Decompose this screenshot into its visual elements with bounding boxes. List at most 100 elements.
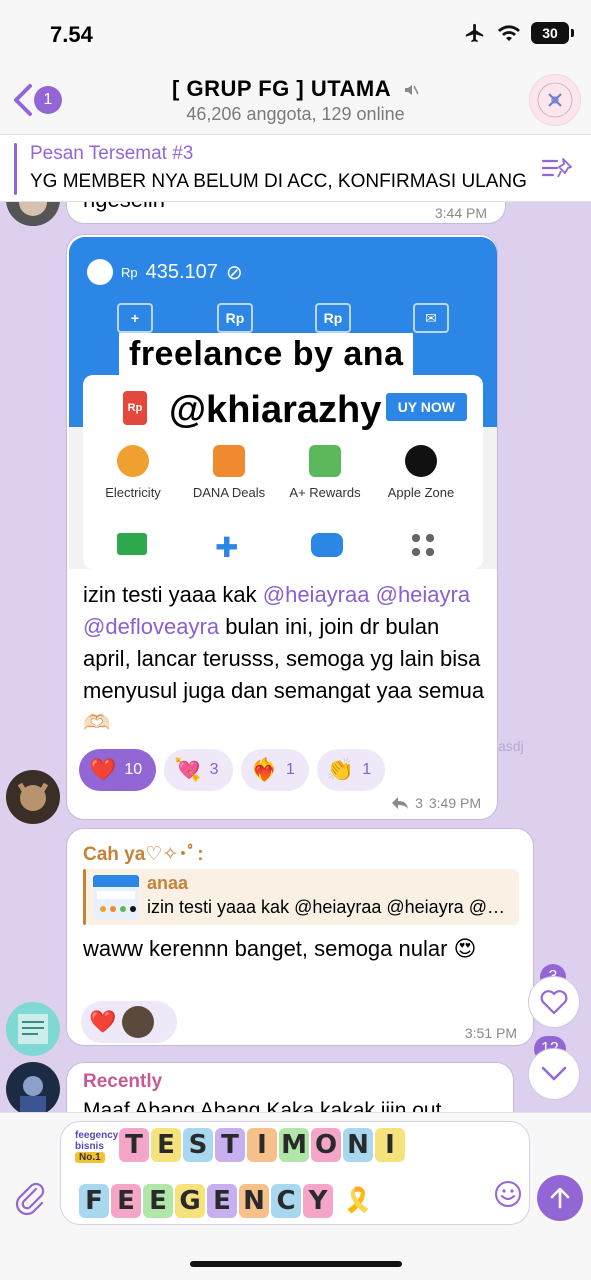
scroll-down-button[interactable] [528,1048,580,1100]
sender-name[interactable]: Cah ya♡✧･ﾟ: [83,839,204,866]
home-indicator [190,1261,402,1267]
heart-outline-icon [540,990,568,1015]
photo-balance: Rp 435.107 ⊘ [87,259,243,285]
emoji-icon[interactable] [493,1179,523,1209]
message-footer: 3 3:49 PM [391,795,481,811]
message-text: ngeselin [83,202,165,213]
reaction-heart[interactable]: ❤️ 10 [79,749,157,791]
message-text-part: izin testi yaaa kak [83,582,263,607]
reaction-count: 3 [209,761,219,778]
photo-balance-prefix: Rp [121,264,138,280]
reaction-heart-fire[interactable]: ❤️‍🔥 1 [240,749,309,791]
reaction-heart-with-avatar[interactable]: ❤️ [81,1001,177,1043]
pinned-title: Pesan Tersemat #3 [30,143,194,164]
photo-grid-apple: Apple Zone [371,445,471,500]
avatar[interactable] [6,1002,60,1056]
pinned-list-icon[interactable] [541,155,573,183]
heart-arrow-emoji-icon: 💘 [174,757,202,782]
bulb-icon [117,445,149,477]
sticker-letter: I [375,1128,405,1162]
arrow-up-icon [550,1187,570,1209]
send-button[interactable] [537,1175,583,1221]
photo-grid-label: A+ Rewards [289,485,361,500]
wallet-icon [87,259,113,285]
message-input[interactable]: feegency bisnis No.1 T E S T I M O N I F… [60,1121,530,1225]
quote-accent-bar [83,869,86,925]
chat-title-text: [ GRUP FG ] UTAMA [172,76,391,101]
battery-indicator: 30 [531,22,574,44]
game-icon [311,533,343,557]
quoted-message[interactable]: anaa izin testi yaaa kak @heiayraa @heia… [83,869,519,925]
sticker-letter: E [143,1184,173,1218]
reaction-count: 10 [124,761,143,778]
sticker-brand-tag: feegency bisnis No.1 [75,1130,118,1163]
sticker-letter: F [79,1184,109,1218]
sticker-letter: N [239,1184,269,1218]
quote-sender: anaa [147,873,189,893]
unread-reactions-button[interactable] [528,976,580,1028]
avatar[interactable] [6,202,60,226]
topup-icon: + [117,303,153,333]
rp-card-icon: Rp [123,391,147,425]
chat-title[interactable]: [ GRUP FG ] UTAMA [0,76,591,102]
photo-grid-electricity: Electricity [83,445,183,500]
wifi-icon [498,25,520,41]
reaction-heart-arrow[interactable]: 💘 3 [164,749,233,791]
chat-subtitle: 46,206 anggota, 129 online [186,104,405,124]
pinned-text: YG MEMBER NYA BELUM DI ACC, KONFIRMASI U… [30,171,527,192]
reaction-count: 1 [285,761,295,778]
sticker-letter: T [119,1128,149,1162]
photo-grid-deals: DANA Deals [179,445,279,500]
ribbon-icon: 🎗️ [343,1187,373,1214]
sender-name[interactable]: Recently [83,1071,162,1093]
media-message-bubble[interactable]: Rp 435.107 ⊘ + Rp Rp ✉ Rp UY NOW Electri… [66,234,498,820]
request-rp-icon: Rp [315,303,351,333]
avatar[interactable] [6,1062,60,1112]
heart-emoji-icon: ❤️ [89,757,117,782]
message-text: Maaf Abang Abang Kaka kakak ijin out [83,1099,442,1112]
chat-messages-area[interactable]: ngeselin 3:44 PM Rp 435.107 ⊘ + Rp Rp ✉ … [0,202,591,1112]
status-icons: 30 [463,22,574,44]
reply-message-bubble[interactable]: Cah ya♡✧･ﾟ: anaa izin testi yaaa kak @he… [66,828,534,1046]
sticker-line-feegency: F E E G E N C Y 🎗️ [79,1184,373,1218]
group-avatar[interactable] [529,74,581,126]
message-time: 3:49 PM [428,795,481,811]
photo-buy-now: UY NOW [385,393,467,421]
message-bubble[interactable]: Recently Maaf Abang Abang Kaka kakak iji… [66,1062,514,1112]
pinned-message-bar[interactable]: Pesan Tersemat #3 YG MEMBER NYA BELUM DI… [0,134,591,202]
sticker-letter: E [111,1184,141,1218]
photo-grid-label: Apple Zone [387,485,455,500]
reaction-clap[interactable]: 👏 1 [316,749,386,791]
message-time: 3:44 PM [434,205,487,221]
message-bubble-partial[interactable]: ngeselin 3:44 PM [66,202,506,224]
avatar[interactable] [6,770,60,824]
heart-emoji-icon: ❤️ [89,1009,117,1034]
rewards-icon [309,445,341,477]
sticker-letter: G [175,1184,205,1218]
clap-emoji-icon: 👏 [326,757,355,782]
sticker-no1-badge: No.1 [75,1152,105,1163]
mention-link[interactable]: @heiayra [376,582,471,607]
paperclip-icon[interactable] [14,1181,46,1215]
eye-off-icon: ⊘ [225,261,243,284]
sticker-letter: S [183,1128,213,1162]
reply-count[interactable]: 3 [415,795,423,811]
sticker-letter: I [247,1128,277,1162]
message-text: izin testi yaaa kak @heiayraa @heiayra @… [83,579,493,739]
chevron-down-icon [541,1066,567,1081]
more-icon [409,531,437,559]
plus-icon: ✚ [215,532,239,563]
mute-icon [404,85,419,96]
reaction-count: 1 [362,761,372,778]
inbox-icon: ✉ [413,303,449,333]
reply-arrow-icon[interactable] [391,796,409,810]
mention-link[interactable]: @defloveayra [83,614,219,639]
pinned-accent-bar [14,143,17,195]
mention-link[interactable]: @heiayraa [263,582,370,607]
message-composer: feegency bisnis No.1 T E S T I M O N I F… [0,1112,591,1280]
photo-overlay-handle: @khiarazhy [169,389,382,431]
photo-grid-label: Electricity [105,485,161,500]
message-time: 3:51 PM [464,1025,517,1041]
group-logo-icon [537,82,573,118]
message-photo[interactable]: Rp 435.107 ⊘ + Rp Rp ✉ Rp UY NOW Electri… [69,237,497,569]
